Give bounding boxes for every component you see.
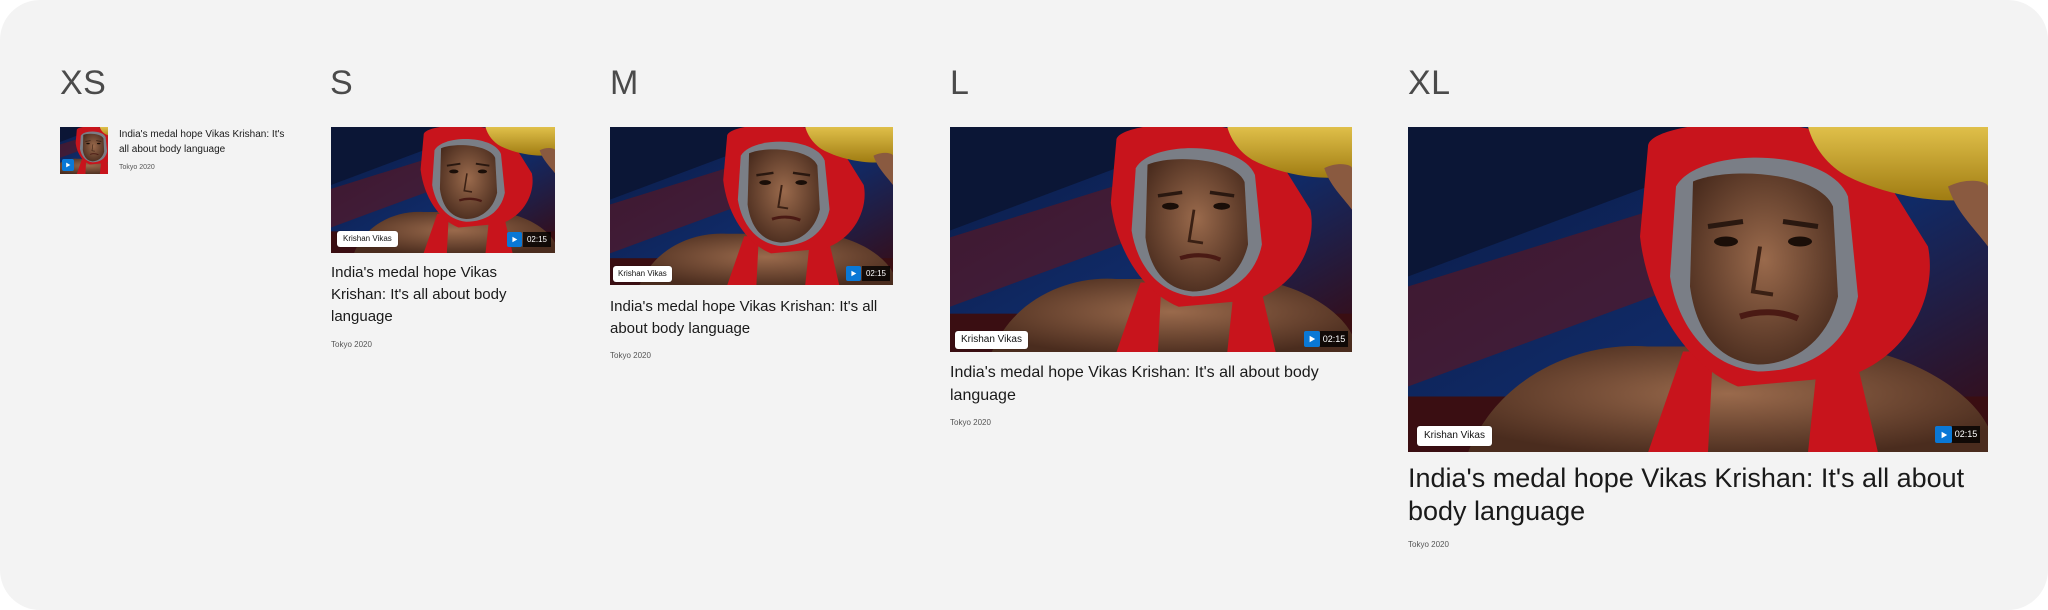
event-label: Tokyo 2020 [331,340,372,349]
play-button[interactable] [1935,426,1952,443]
video-thumbnail[interactable]: Krishan Vikas 02:15 [331,127,555,253]
event-label: Tokyo 2020 [119,164,155,171]
play-button[interactable] [507,232,522,247]
video-thumbnail[interactable]: Krishan Vikas 02:15 [610,127,893,285]
athlete-tag[interactable]: Krishan Vikas [955,331,1028,349]
video-title[interactable]: India's medal hope Vikas Krishan: It's a… [610,296,892,340]
event-label: Tokyo 2020 [950,418,991,427]
video-title[interactable]: India's medal hope Vikas Krishan: It's a… [1408,462,1968,528]
play-button[interactable] [846,266,861,281]
video-card-m[interactable]: Krishan Vikas 02:15 India's medal hope V… [610,127,894,362]
play-button[interactable] [1304,331,1320,347]
video-card-xs[interactable]: India's medal hope Vikas Krishan: It's a… [60,127,290,187]
size-label-s: S [330,64,354,102]
play-icon [66,162,71,168]
video-thumbnail[interactable]: Krishan Vikas 02:15 [1408,127,1988,452]
video-duration: 02:15 [523,232,551,247]
play-icon [1941,431,1947,438]
athlete-tag[interactable]: Krishan Vikas [613,266,672,282]
play-icon [512,236,518,243]
size-label-l: L [950,64,970,102]
size-label-xl: XL [1408,64,1451,102]
event-label: Tokyo 2020 [610,351,651,360]
play-button[interactable] [62,159,74,171]
size-label-xs: XS [60,64,107,102]
play-icon [1309,335,1316,343]
video-card-s[interactable]: Krishan Vikas 02:15 India's medal hope V… [331,127,555,352]
event-label: Tokyo 2020 [1408,540,1449,549]
video-title[interactable]: India's medal hope Vikas Krishan: It's a… [119,127,289,157]
size-label-m: M [610,64,639,102]
athlete-tag[interactable]: Krishan Vikas [1417,426,1492,446]
video-duration: 02:15 [1952,426,1980,443]
video-duration: 02:15 [862,266,890,281]
video-card-l[interactable]: Krishan Vikas 02:15 India's medal hope V… [950,127,1352,427]
size-variants-panel: XS India's medal hope Vikas Krishan: It'… [0,0,2048,610]
video-card-xl[interactable]: Krishan Vikas 02:15 India's medal hope V… [1408,127,1988,555]
play-icon [851,270,857,277]
video-thumbnail[interactable] [60,127,108,174]
athlete-tag[interactable]: Krishan Vikas [337,231,398,247]
video-duration: 02:15 [1320,331,1348,347]
video-thumbnail[interactable]: Krishan Vikas 02:15 [950,127,1352,352]
video-title[interactable]: India's medal hope Vikas Krishan: It's a… [331,262,531,328]
video-title[interactable]: India's medal hope Vikas Krishan: It's a… [950,361,1350,407]
